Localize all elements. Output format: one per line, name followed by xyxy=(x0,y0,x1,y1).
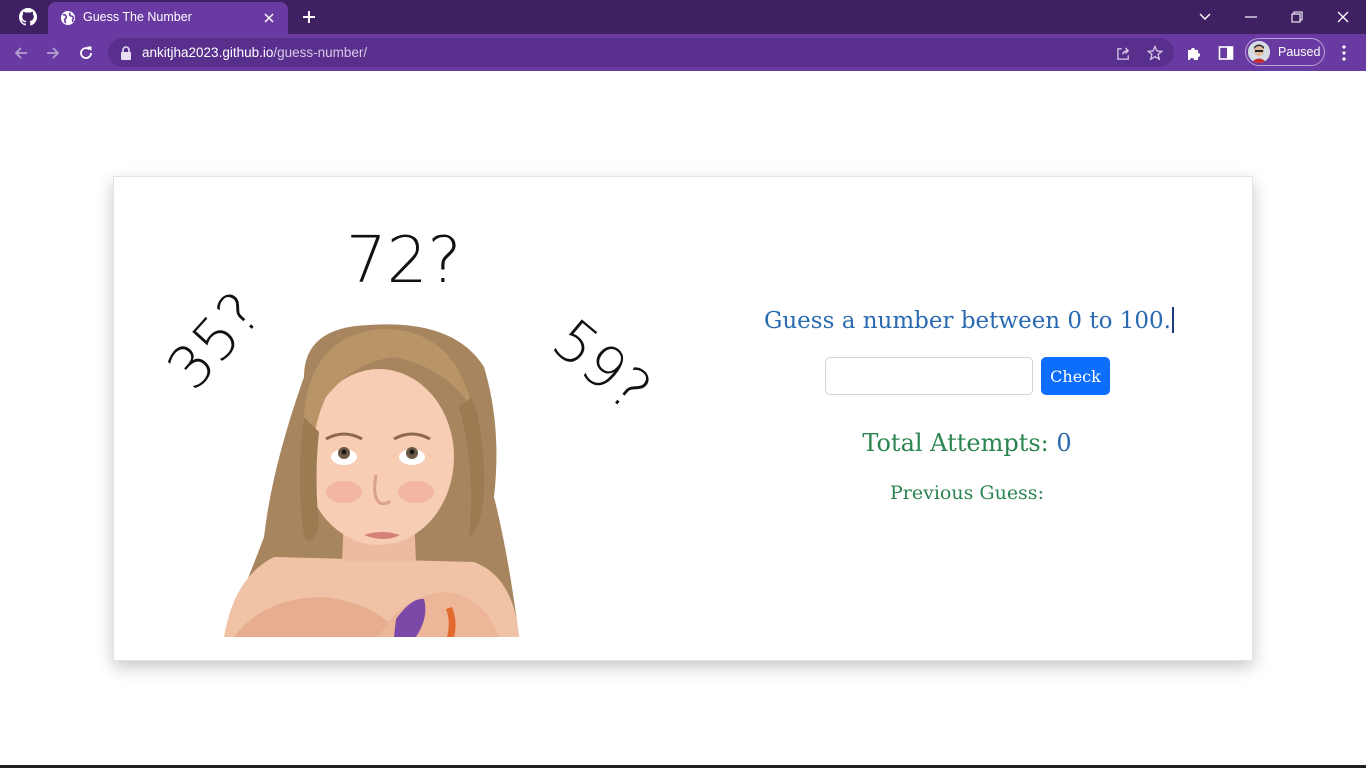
close-tab-icon[interactable] xyxy=(260,9,278,27)
minimize-icon[interactable] xyxy=(1228,0,1274,34)
github-icon[interactable] xyxy=(14,6,42,28)
avatar xyxy=(1248,41,1270,63)
extensions-puzzle-icon[interactable] xyxy=(1183,42,1205,64)
total-attempts: Total Attempts: 0 xyxy=(767,429,1167,457)
address-bar[interactable]: ankitjha2023.github.io/guess-number/ xyxy=(108,38,1174,67)
game-card: 72? 35? 59? Guess a number between 0 to … xyxy=(113,176,1253,661)
game-prompt: Guess a number between 0 to 100. xyxy=(729,307,1209,334)
tab-guess-the-number[interactable]: Guess The Number xyxy=(48,2,288,34)
url-text[interactable]: ankitjha2023.github.io/guess-number/ xyxy=(142,45,367,60)
share-icon[interactable] xyxy=(1113,43,1133,63)
bookmark-star-icon[interactable] xyxy=(1145,43,1165,63)
profile-button[interactable]: Paused xyxy=(1245,38,1325,66)
illustration-number-35: 35? xyxy=(154,279,274,402)
guess-input[interactable] xyxy=(825,357,1033,395)
menu-kebab-icon[interactable] xyxy=(1333,42,1355,64)
thinking-girl-illustration: 72? 35? 59? xyxy=(154,224,654,637)
total-attempts-count: 0 xyxy=(1056,429,1072,457)
url-path: /guess-number/ xyxy=(273,45,368,60)
illustration-number-72: 72? xyxy=(346,224,461,298)
total-attempts-label: Total Attempts: xyxy=(862,429,1049,457)
tab-search-icon[interactable] xyxy=(1182,0,1228,34)
url-host: ankitjha2023.github.io xyxy=(142,45,274,60)
tab-strip: Guess The Number xyxy=(0,0,1366,34)
previous-guess: Previous Guess: xyxy=(767,482,1167,504)
reload-icon[interactable] xyxy=(74,41,98,65)
browser-toolbar: ankitjha2023.github.io/guess-number/ Pau… xyxy=(0,34,1366,71)
text-caret xyxy=(1171,307,1174,333)
forward-icon[interactable] xyxy=(41,41,65,65)
game-prompt-text: Guess a number between 0 to 100. xyxy=(764,308,1171,334)
profile-status: Paused xyxy=(1278,45,1321,59)
previous-guess-label: Previous Guess: xyxy=(890,482,1044,504)
side-panel-icon[interactable] xyxy=(1215,42,1237,64)
new-tab-button[interactable] xyxy=(298,6,320,28)
illustration-number-59: 59? xyxy=(540,306,654,425)
restore-icon[interactable] xyxy=(1274,0,1320,34)
close-window-icon[interactable] xyxy=(1320,0,1366,34)
lock-icon[interactable] xyxy=(120,46,132,60)
check-button[interactable]: Check xyxy=(1041,357,1110,395)
globe-icon xyxy=(61,11,75,25)
back-icon[interactable] xyxy=(9,41,33,65)
tab-title: Guess The Number xyxy=(83,10,192,24)
